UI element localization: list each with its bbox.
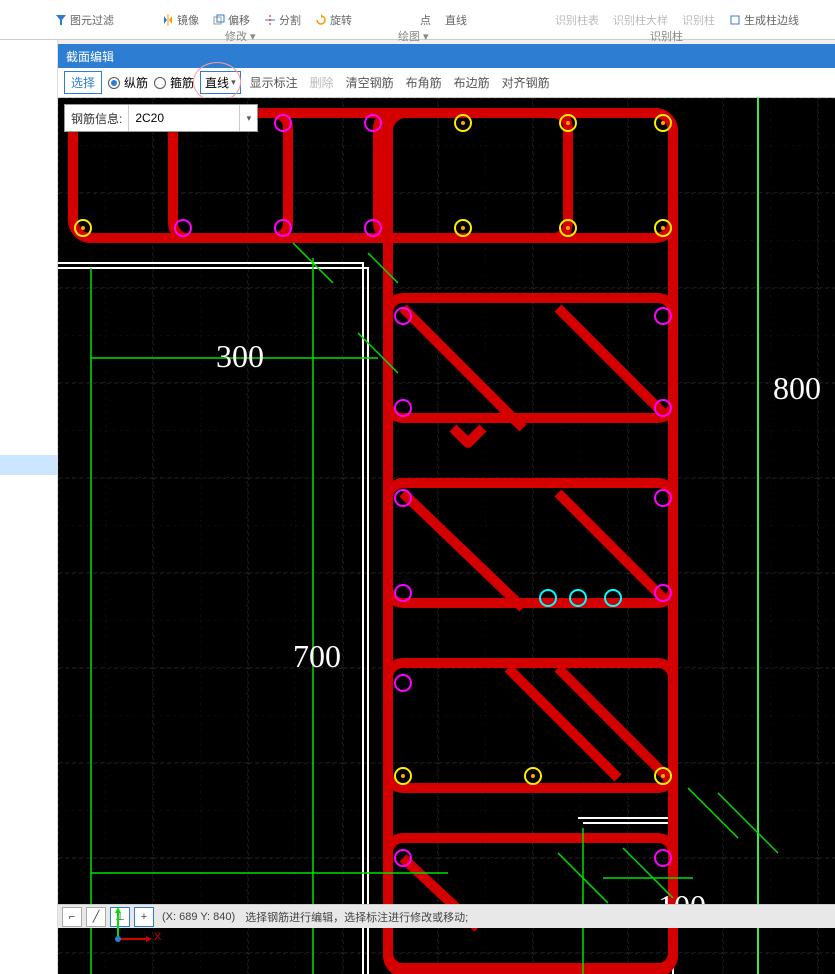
rec-col-button[interactable]: 识别柱 [682, 12, 715, 28]
align-rebar-button[interactable]: 对齐钢筋 [499, 74, 553, 91]
edge-rebar-button[interactable]: 布边筋 [451, 74, 493, 91]
offset-button[interactable]: 偏移 [213, 12, 250, 28]
group-recognize-label: 识别柱 [650, 28, 683, 44]
section-drawing [58, 98, 835, 974]
column-edge-icon [729, 14, 741, 26]
clear-rebar-button[interactable]: 清空钢筋 [343, 74, 397, 91]
longitudinal-radio[interactable]: 纵筋 [108, 74, 148, 91]
rotate-button[interactable]: 旋转 [315, 12, 352, 28]
sidebar-selection[interactable] [0, 455, 57, 475]
ribbon-toolbar: 图元过滤 镜像 偏移 分割 旋转 点 直线 识别柱表 识别柱大样 识别柱 生成柱… [0, 0, 835, 40]
status-coords: (X: 689 Y: 840) [162, 911, 235, 923]
gen-col-edge-button[interactable]: 生成柱边线 [729, 12, 799, 28]
offset-icon [213, 14, 225, 26]
mirror-icon [162, 14, 174, 26]
editor-toolbar: 选择 纵筋 箍筋 直线 显示标注 删除 清空钢筋 布角筋 布边筋 对齐钢筋 [58, 68, 835, 98]
snap-diag-icon[interactable]: ╱ [86, 907, 106, 927]
rebar-info-label: 钢筋信息: [65, 105, 129, 131]
mirror-button[interactable]: 镜像 [162, 12, 199, 28]
filter-button[interactable]: 图元过滤 [55, 12, 114, 28]
straight-line-dropdown[interactable]: 直线 [200, 71, 241, 94]
corner-rebar-button[interactable]: 布角筋 [403, 74, 445, 91]
radio-checked-icon [108, 77, 120, 89]
group-modify-label: 修改 ▾ [225, 28, 256, 44]
axis-x-label: X [154, 931, 161, 943]
left-sidebar [0, 40, 58, 974]
status-bar: ⌐ ╱ ⊥ + (X: 689 Y: 840) 选择钢筋进行编辑，选择标注进行修… [58, 904, 835, 928]
dim-300: 300 [216, 338, 264, 375]
select-button[interactable]: 选择 [64, 71, 102, 94]
drawing-canvas[interactable]: 300 700 800 100 [58, 98, 835, 974]
delete-button[interactable]: 删除 [307, 74, 337, 91]
show-annot-button[interactable]: 显示标注 [247, 74, 301, 91]
filter-icon [55, 14, 67, 26]
window-title: 截面编辑 [66, 48, 114, 65]
rebar-info-dropdown[interactable]: ▾ [239, 105, 257, 131]
rotate-icon [315, 14, 327, 26]
dim-800: 800 [773, 370, 821, 407]
rebar-info-panel: 钢筋信息: ▾ [64, 104, 258, 132]
axis-indicator: X [110, 907, 160, 950]
dim-700: 700 [293, 638, 341, 675]
window-title-bar: 截面编辑 [58, 44, 835, 68]
rebar-info-input[interactable] [129, 105, 239, 131]
rec-col-table-button[interactable]: 识别柱表 [555, 12, 599, 28]
snap-endpoint-icon[interactable]: ⌐ [62, 907, 82, 927]
line-button[interactable]: 直线 [445, 12, 467, 28]
split-icon [264, 14, 276, 26]
group-draw-label: 绘图 ▾ [398, 28, 429, 44]
point-button[interactable]: 点 [420, 12, 431, 28]
split-button[interactable]: 分割 [264, 12, 301, 28]
radio-unchecked-icon [154, 77, 166, 89]
rec-col-annot-button[interactable]: 识别柱大样 [613, 12, 668, 28]
status-hint: 选择钢筋进行编辑，选择标注进行修改或移动; [245, 909, 468, 925]
stirrup-radio[interactable]: 箍筋 [154, 74, 194, 91]
